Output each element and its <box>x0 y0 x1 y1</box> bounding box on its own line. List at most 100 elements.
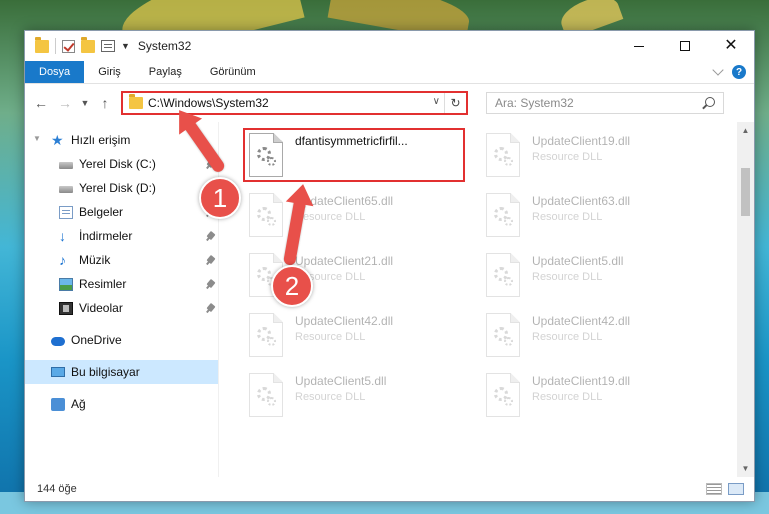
file-name: UpdateClient63.dll <box>532 194 631 208</box>
file-item[interactable]: UpdateClient42.dll Resource DLL <box>480 310 702 362</box>
tab-file[interactable]: Dosya <box>25 61 85 83</box>
item-count: 144 öğe <box>37 483 77 495</box>
pin-icon <box>206 278 216 289</box>
file-item[interactable]: UpdateClient63.dll Resource DLL <box>480 190 702 242</box>
checkmark-icon[interactable] <box>62 39 75 53</box>
scroll-down-icon[interactable]: ▼ <box>737 460 754 477</box>
file-item[interactable]: UpdateClient65.dll Resource DLL <box>243 190 465 242</box>
folder-icon <box>129 94 143 109</box>
tab-view[interactable]: Görünüm <box>196 61 270 83</box>
window-controls: ✕ <box>616 31 754 61</box>
maximize-icon <box>680 41 690 51</box>
highlight-box <box>243 128 465 182</box>
scrollbar-thumb[interactable] <box>741 168 750 216</box>
sidebar-item-label: İndirmeler <box>79 229 133 243</box>
pin-icon <box>206 254 216 265</box>
address-bar[interactable]: C:\Windows\System32 ∨ ↻ <box>121 91 468 115</box>
sidebar-item-label: Bu bilgisayar <box>71 365 140 379</box>
close-icon: ✕ <box>724 37 738 54</box>
file-type: Resource DLL <box>295 331 366 343</box>
documents-icon <box>59 205 73 219</box>
chevron-down-icon[interactable]: ▼ <box>121 41 130 51</box>
tab-home[interactable]: Giriş <box>84 61 135 83</box>
file-type: Resource DLL <box>532 271 603 283</box>
sidebar-item-onedrive[interactable]: OneDrive <box>25 328 218 352</box>
large-icons-view-icon[interactable] <box>728 483 744 495</box>
file-type: Resource DLL <box>532 151 603 163</box>
disk-icon <box>59 162 73 169</box>
close-button[interactable]: ✕ <box>708 31 754 61</box>
minimize-button[interactable] <box>616 31 662 61</box>
view-buttons <box>706 483 754 495</box>
sidebar-item-local-disk-d[interactable]: Yerel Disk (D:) <box>25 176 218 200</box>
gear-icon <box>504 397 513 406</box>
sidebar-item-local-disk-c[interactable]: Yerel Disk (C:) <box>25 152 218 176</box>
sidebar-item-videos[interactable]: Videolar <box>25 296 218 320</box>
file-type: Resource DLL <box>532 211 603 223</box>
file-name: UpdateClient19.dll <box>532 374 631 388</box>
file-item[interactable]: UpdateClient19.dll Resource DLL <box>480 130 702 182</box>
sidebar-item-label: Hızlı erişim <box>71 133 131 147</box>
file-item[interactable]: UpdateClient19.dll Resource DLL <box>480 370 702 422</box>
up-button[interactable]: ↑ <box>95 93 115 113</box>
sidebar-item-label: Belgeler <box>79 205 124 219</box>
sidebar-item-pictures[interactable]: Resimler <box>25 272 218 296</box>
cloud-icon <box>51 336 65 346</box>
sidebar-item-downloads[interactable]: ↓ İndirmeler <box>25 224 218 248</box>
maximize-button[interactable] <box>662 31 708 61</box>
search-icon[interactable] <box>705 97 715 107</box>
disk-icon <box>59 186 73 193</box>
file-name: UpdateClient19.dll <box>532 134 631 148</box>
file-type: Resource DLL <box>295 211 366 223</box>
navigation-bar: ← → ▼ ↑ C:\Windows\System32 ∨ ↻ <box>25 84 754 122</box>
file-name: UpdateClient42.dll <box>532 314 631 328</box>
file-name: UpdateClient21.dll <box>295 254 394 268</box>
dll-file-icon <box>486 193 520 237</box>
sidebar-item-this-pc[interactable]: Bu bilgisayar <box>25 360 218 384</box>
back-button[interactable]: ← <box>31 93 51 113</box>
gear-icon <box>504 337 513 346</box>
tab-share[interactable]: Paylaş <box>135 61 196 83</box>
gear-icon <box>267 337 276 346</box>
pin-icon <box>206 302 216 313</box>
gear-icon <box>504 217 513 226</box>
gear-icon <box>267 397 276 406</box>
sidebar-item-music[interactable]: ♪ Müzik <box>25 248 218 272</box>
dll-file-icon <box>486 133 520 177</box>
new-folder-icon[interactable] <box>81 36 95 53</box>
ribbon-right-controls: ? <box>712 61 754 83</box>
file-item[interactable]: UpdateClient5.dll Resource DLL <box>480 250 702 302</box>
address-path[interactable]: C:\Windows\System32 <box>148 96 269 110</box>
help-icon[interactable]: ? <box>732 65 746 79</box>
file-type: Resource DLL <box>295 391 366 403</box>
main-content: ▼ ★ Hızlı erişim Yerel Disk (C:) Yerel D… <box>25 122 754 477</box>
file-name: UpdateClient5.dll <box>532 254 624 268</box>
star-icon: ★ <box>51 131 64 148</box>
dll-file-icon <box>249 373 283 417</box>
details-view-icon[interactable] <box>706 483 722 495</box>
address-dropdown-icon[interactable]: ∨ <box>433 96 440 107</box>
properties-icon[interactable] <box>101 40 115 52</box>
dll-file-icon <box>486 313 520 357</box>
chevron-down-icon[interactable]: ▼ <box>33 134 41 143</box>
dll-file-icon <box>486 373 520 417</box>
forward-button[interactable]: → <box>55 93 75 113</box>
sidebar-item-label: Yerel Disk (C:) <box>79 157 156 171</box>
music-icon: ♪ <box>59 251 66 268</box>
file-type: Resource DLL <box>532 391 603 403</box>
file-item[interactable]: UpdateClient5.dll Resource DLL <box>243 370 465 422</box>
recent-locations-button[interactable]: ▼ <box>79 93 91 113</box>
sidebar-item-documents[interactable]: Belgeler <box>25 200 218 224</box>
vertical-scrollbar[interactable]: ▲ ▼ <box>737 122 754 477</box>
file-type: Resource DLL <box>532 331 603 343</box>
refresh-button[interactable]: ↻ <box>444 93 466 113</box>
scroll-up-icon[interactable]: ▲ <box>737 122 754 139</box>
search-box[interactable] <box>486 92 724 114</box>
expand-ribbon-icon[interactable] <box>712 64 724 76</box>
file-explorer-window: ▼ System32 ✕ Dosya Giriş Paylaş Görünüm … <box>24 30 755 502</box>
file-item[interactable]: UpdateClient42.dll Resource DLL <box>243 310 465 362</box>
sidebar-item-network[interactable]: Ağ <box>25 392 218 416</box>
sidebar-item-label: Resimler <box>79 277 127 291</box>
folder-icon <box>35 36 49 53</box>
search-input[interactable] <box>495 96 685 110</box>
